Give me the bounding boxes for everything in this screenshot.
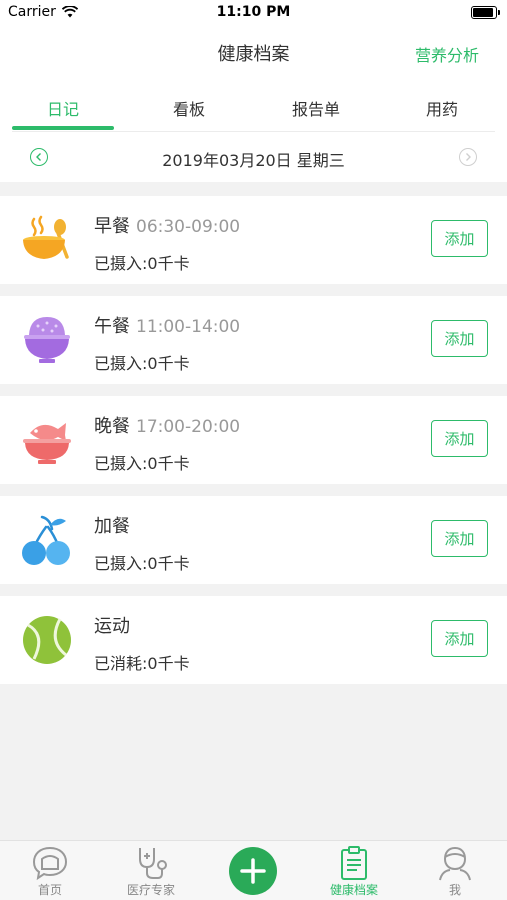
meal-calories: 已摄入:0千卡 (94, 254, 190, 273)
lunch-rice-bowl-icon (24, 317, 70, 363)
exercise-calories: 已消耗:0千卡 (94, 654, 190, 673)
status-bar: Carrier 11:10 PM (0, 0, 507, 26)
tabbar-label: 首页 (37, 883, 62, 897)
add-breakfast-button[interactable]: 添加 (431, 220, 488, 257)
meal-name: 晚餐 (94, 416, 130, 437)
stethoscope-icon (139, 848, 167, 879)
meal-name: 午餐 (94, 316, 130, 337)
meal-time: 11:00-14:00 (136, 317, 241, 337)
battery-icon (471, 6, 500, 19)
meal-calories: 已摄入:0千卡 (94, 454, 190, 473)
dinner-fish-bowl-icon (23, 423, 71, 464)
meal-title: 早餐 06:30-09:00 (94, 212, 240, 238)
next-day-button[interactable] (459, 148, 477, 166)
add-exercise-button[interactable]: 添加 (431, 620, 488, 657)
person-icon (439, 846, 471, 881)
plus-icon (240, 858, 266, 884)
add-record-button[interactable] (229, 847, 277, 895)
meal-title: 加餐 (94, 512, 130, 538)
meal-name: 运动 (94, 616, 130, 637)
nav-bar: 健康档案 营养分析 (0, 26, 507, 78)
chevron-right-icon (466, 153, 471, 161)
meal-name: 早餐 (94, 216, 130, 237)
meal-card-dinner: 晚餐 17:00-20:00 已摄入:0千卡 添加 (0, 396, 507, 484)
meal-name: 加餐 (94, 516, 130, 537)
meal-calories: 已摄入:0千卡 (94, 354, 190, 373)
tab-reports[interactable]: 报告单 (266, 96, 366, 120)
meal-card-exercise: 运动 已消耗:0千卡 添加 (0, 596, 507, 684)
tabbar-item-health-records[interactable]: 健康档案 (304, 845, 404, 898)
home-chat-icon (32, 846, 68, 881)
tab-medication[interactable]: 用药 (392, 96, 492, 120)
tabbar-item-home[interactable]: 首页 (0, 845, 100, 898)
meal-time: 17:00-20:00 (136, 417, 241, 437)
clipboard-icon (341, 846, 367, 880)
current-date: 2019年03月20日 星期三 (162, 151, 345, 170)
status-time: 11:10 PM (216, 4, 291, 20)
breakfast-bowl-icon (23, 215, 69, 259)
add-lunch-button[interactable]: 添加 (431, 320, 488, 357)
tab-diary[interactable]: 日记 (13, 96, 113, 120)
meal-card-lunch: 午餐 11:00-14:00 已摄入:0千卡 添加 (0, 296, 507, 384)
meal-calories: 已摄入:0千卡 (94, 554, 190, 573)
meal-time: 06:30-09:00 (136, 217, 241, 237)
tab-divider (12, 131, 495, 132)
tab-bar-top: 日记 看板 报告单 用药 (0, 78, 507, 134)
tabbar-item-me[interactable]: 我 (405, 845, 505, 898)
meal-card-snack: 加餐 已摄入:0千卡 添加 (0, 496, 507, 584)
snack-cherry-icon (22, 515, 70, 565)
add-snack-button[interactable]: 添加 (431, 520, 488, 557)
meal-card-breakfast: 早餐 06:30-09:00 已摄入:0千卡 添加 (0, 196, 507, 284)
meal-title: 午餐 11:00-14:00 (94, 312, 240, 338)
meal-title: 晚餐 17:00-20:00 (94, 412, 240, 438)
bottom-tab-bar: 首页 医疗专家 健康档案 我 (0, 840, 507, 900)
exercise-tennis-ball-icon (23, 616, 71, 664)
add-dinner-button[interactable]: 添加 (431, 420, 488, 457)
tabbar-item-experts[interactable]: 医疗专家 (101, 845, 201, 898)
active-tab-indicator (12, 126, 114, 130)
tabbar-label: 医疗专家 (126, 883, 175, 897)
tab-dashboard[interactable]: 看板 (139, 96, 239, 120)
tabbar-label: 我 (448, 883, 461, 897)
tabbar-label: 健康档案 (329, 883, 378, 897)
meal-title: 运动 (94, 612, 130, 638)
nutrition-analysis-button[interactable]: 营养分析 (415, 42, 479, 66)
date-selector: 2019年03月20日 星期三 (0, 134, 507, 182)
